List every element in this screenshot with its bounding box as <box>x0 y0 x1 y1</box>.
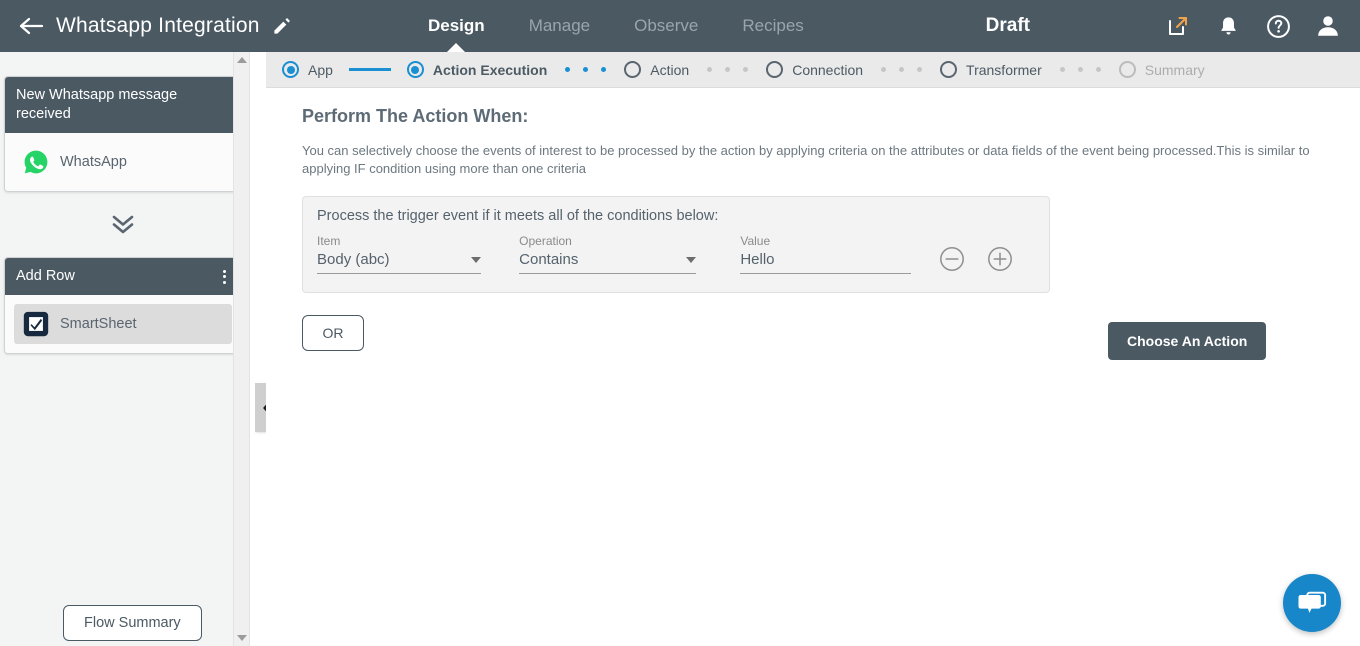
stepper-dots-2 <box>707 67 749 72</box>
step-connection-label: Connection <box>792 61 864 78</box>
chevron-down-icon <box>471 256 482 263</box>
trigger-node-title: New Whatsapp message received <box>5 77 241 133</box>
page-title: Whatsapp Integration <box>56 14 260 37</box>
bell-icon[interactable] <box>1214 12 1242 40</box>
step-action-execution-indicator <box>406 61 424 78</box>
action-app-label: SmartSheet <box>60 316 137 332</box>
section-title: Perform The Action When: <box>302 106 529 126</box>
operation-select-value: Contains <box>519 251 579 268</box>
step-action-execution-label: Action Execution <box>432 61 548 78</box>
condition-row: Item Body (abc) Operation Contains Value <box>317 234 1035 274</box>
tab-recipes-label: Recipes <box>742 16 804 35</box>
back-arrow-icon[interactable] <box>18 15 44 37</box>
item-field-label: Item <box>317 234 341 248</box>
condition-panel-heading: Process the trigger event if it meets al… <box>317 208 719 224</box>
chevron-down-icon <box>686 256 697 263</box>
tab-recipes[interactable]: Recipes <box>720 0 825 52</box>
header-right-group: Draft <box>986 0 1342 52</box>
stepper-connector-line <box>348 68 391 71</box>
smartsheet-icon <box>23 311 49 337</box>
action-node-card[interactable]: Add Row SmartSheet <box>4 257 242 354</box>
step-transformer[interactable]: Transformer <box>940 61 1042 78</box>
step-app-indicator <box>282 61 299 78</box>
item-field: Item Body (abc) <box>317 234 482 274</box>
step-connection[interactable]: Connection <box>766 61 863 78</box>
value-field: Value <box>740 234 911 274</box>
kebab-menu-icon[interactable] <box>215 267 233 287</box>
tab-observe[interactable]: Observe <box>612 0 720 52</box>
double-chevron-down-icon[interactable] <box>0 212 246 236</box>
item-select-value: Body (abc) <box>317 251 390 268</box>
tab-design-label: Design <box>428 16 485 35</box>
action-app-chip[interactable]: SmartSheet <box>14 304 232 344</box>
section-description: You can selectively choose the events of… <box>302 143 1310 176</box>
tab-manage[interactable]: Manage <box>507 0 612 52</box>
stepper-dots-4 <box>1059 67 1101 72</box>
step-transformer-label: Transformer <box>966 61 1042 78</box>
trigger-app-label: WhatsApp <box>60 154 127 170</box>
action-node-body: SmartSheet <box>5 295 241 353</box>
operation-select[interactable]: Contains <box>519 251 697 274</box>
sidebar-scrollbar[interactable] <box>233 52 249 646</box>
scroll-up-icon[interactable] <box>236 57 247 63</box>
step-app[interactable]: App <box>282 61 333 78</box>
or-button[interactable]: OR <box>302 315 364 351</box>
chat-widget-button[interactable] <box>1283 574 1341 632</box>
condition-panel: Process the trigger event if it meets al… <box>302 196 1050 293</box>
app-header: Whatsapp Integration Design Manage Obser… <box>0 0 1360 52</box>
chat-bubble-icon <box>1298 591 1327 613</box>
choose-an-action-button[interactable]: Choose An Action <box>1108 322 1267 360</box>
trigger-app-chip[interactable]: WhatsApp <box>14 142 232 182</box>
step-summary-label: Summary <box>1144 61 1205 78</box>
tab-design[interactable]: Design <box>406 0 507 52</box>
flow-summary-button[interactable]: Flow Summary <box>63 605 202 641</box>
main-content: Perform The Action When: You can selecti… <box>266 88 1360 646</box>
operation-field-label: Operation <box>519 234 572 248</box>
tab-observe-label: Observe <box>634 16 699 35</box>
header-left-group: Whatsapp Integration <box>0 14 300 38</box>
step-summary: Summary <box>1118 61 1205 78</box>
value-input[interactable] <box>740 251 911 268</box>
item-select[interactable]: Body (abc) <box>317 251 482 274</box>
value-field-label: Value <box>740 234 771 248</box>
step-action-label: Action <box>650 61 690 78</box>
step-connection-indicator <box>766 61 784 78</box>
operation-field: Operation Contains <box>519 234 697 274</box>
stepper-dots-3 <box>881 67 923 72</box>
step-action-indicator <box>624 61 642 78</box>
wizard-stepper: App Action Execution Action Connection T… <box>266 52 1360 88</box>
step-app-label: App <box>308 61 333 78</box>
trigger-node-body: WhatsApp <box>5 133 241 191</box>
status-badge: Draft <box>985 15 1030 36</box>
minus-circle-icon[interactable] <box>939 246 965 272</box>
app-root: Whatsapp Integration Design Manage Obser… <box>0 0 1360 646</box>
step-action[interactable]: Action <box>624 61 689 78</box>
trigger-node-card[interactable]: New Whatsapp message received WhatsApp <box>4 76 242 192</box>
step-action-execution[interactable]: Action Execution <box>406 61 548 78</box>
action-node-title: Add Row <box>16 268 75 284</box>
tab-manage-label: Manage <box>528 16 591 35</box>
action-node-header: Add Row <box>5 258 241 295</box>
header-tabs: Design Manage Observe Recipes <box>406 0 826 52</box>
scroll-down-icon[interactable] <box>236 635 247 641</box>
value-input-wrap[interactable] <box>740 251 911 274</box>
step-transformer-indicator <box>940 61 958 78</box>
help-icon[interactable] <box>1264 12 1292 40</box>
step-summary-indicator <box>1118 61 1136 78</box>
pencil-icon[interactable] <box>272 16 292 36</box>
plus-circle-icon[interactable] <box>987 246 1013 272</box>
stepper-dots-1 <box>565 67 607 72</box>
open-external-icon[interactable] <box>1164 12 1192 40</box>
user-avatar-icon[interactable] <box>1314 12 1342 40</box>
flow-sidebar: New Whatsapp message received WhatsApp A… <box>0 52 250 646</box>
whatsapp-icon <box>23 149 49 175</box>
